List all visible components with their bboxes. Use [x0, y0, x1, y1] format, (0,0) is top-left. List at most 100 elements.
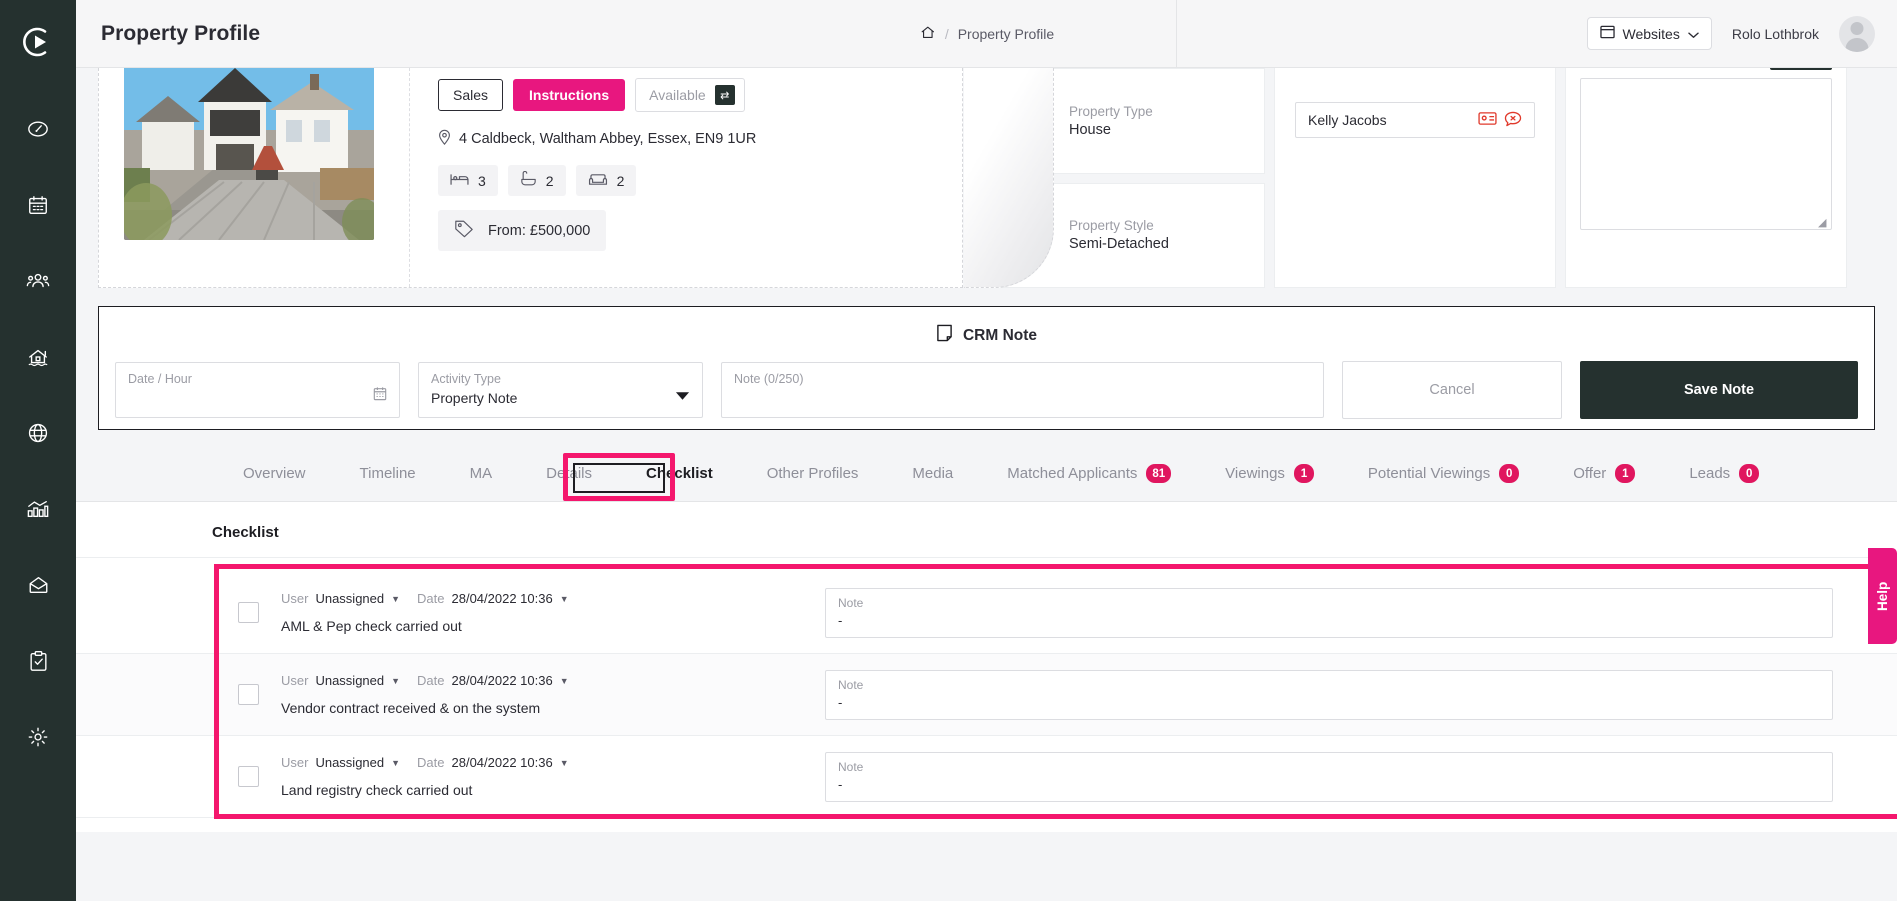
tab-ma[interactable]: MA	[443, 446, 520, 502]
tab-checklist[interactable]: Checklist	[619, 446, 740, 502]
diary-action-button[interactable]	[1770, 68, 1832, 70]
chevron-down-icon[interactable]: ▼	[560, 594, 569, 604]
chevron-down-icon[interactable]: ▼	[560, 758, 569, 768]
calendar-icon[interactable]	[373, 386, 387, 406]
available-label: Available	[649, 87, 706, 103]
checklist-checkbox[interactable]	[238, 766, 259, 787]
address-card-icon[interactable]	[1478, 111, 1497, 129]
sidebar-item-tasks[interactable]	[15, 638, 61, 684]
crm-note-panel: CRM Note Date / Hour Activity Type Prope…	[98, 306, 1875, 430]
bed-icon	[450, 172, 469, 190]
diary-note-textarea[interactable]: ◢	[1580, 78, 1832, 230]
tab-bar-wrapper: Overview Timeline MA Details Checklist O…	[76, 446, 1897, 502]
property-style-label: Property Style	[1069, 218, 1154, 234]
tab-viewings[interactable]: Viewings 1	[1198, 446, 1341, 502]
tab-timeline[interactable]: Timeline	[333, 446, 443, 502]
tab-label: Media	[912, 465, 954, 482]
property-style-value: Semi-Detached	[1069, 236, 1169, 253]
tab-media[interactable]: Media	[885, 446, 980, 502]
user-key: User	[281, 673, 309, 688]
chevron-down-icon[interactable]: ▼	[391, 758, 400, 768]
checklist-note-field[interactable]: Note -	[825, 669, 1833, 720]
save-note-button[interactable]: Save Note	[1580, 361, 1858, 419]
checklist-checkbox[interactable]	[238, 684, 259, 705]
date-hour-field[interactable]: Date / Hour	[115, 362, 400, 418]
tab-label: Leads	[1689, 465, 1731, 482]
breadcrumb-separator: /	[944, 25, 949, 42]
date-value[interactable]: 28/04/2022 10:36	[452, 673, 553, 688]
checklist-row-details: User Unassigned ▼ Date 28/04/2022 10:36 …	[281, 673, 801, 716]
tab-badge: 0	[1739, 464, 1760, 483]
resize-handle-icon[interactable]: ◢	[1818, 216, 1828, 229]
checklist-row-details: User Unassigned ▼ Date 28/04/2022 10:36 …	[281, 755, 801, 798]
tab-label: Other Profiles	[766, 465, 859, 482]
activity-type-select[interactable]: Activity Type Property Note	[418, 362, 703, 418]
tab-offer[interactable]: Offer 1	[1546, 446, 1662, 502]
crm-note-input[interactable]: Note (0/250)	[721, 362, 1324, 418]
checklist-section: Checklist User Unassigned ▼ Date 28/04/2…	[76, 502, 1897, 832]
user-value[interactable]: Unassigned	[315, 755, 384, 770]
home-icon[interactable]	[919, 24, 936, 44]
table-row: User Unassigned ▼ Date 28/04/2022 10:36 …	[76, 654, 1897, 736]
sidebar	[0, 0, 76, 901]
user-value[interactable]: Unassigned	[315, 673, 384, 688]
checklist-note-field[interactable]: Note -	[825, 751, 1833, 802]
swap-arrows-icon[interactable]: ⇄	[714, 85, 735, 105]
checklist-checkbox[interactable]	[238, 602, 259, 623]
status-row: Sales Instructions Available ⇄	[438, 78, 962, 112]
date-value[interactable]: 28/04/2022 10:36	[452, 755, 553, 770]
sidebar-item-dashboard[interactable]	[15, 106, 61, 152]
vendor-chip[interactable]: Kelly Jacobs	[1295, 102, 1535, 138]
page-title: Property Profile	[101, 21, 261, 45]
user-value[interactable]: Unassigned	[315, 591, 384, 606]
sidebar-item-web[interactable]	[15, 410, 61, 456]
instructions-button[interactable]: Instructions	[513, 79, 626, 111]
tab-leads[interactable]: Leads 0	[1662, 446, 1786, 502]
checklist-note-field[interactable]: Note -	[825, 587, 1833, 638]
breadcrumb-current[interactable]: Property Profile	[958, 26, 1054, 42]
header-divider	[1176, 0, 1177, 68]
tab-other-profiles[interactable]: Other Profiles	[740, 446, 886, 502]
sidebar-item-reports[interactable]	[15, 486, 61, 532]
tab-matched-applicants[interactable]: Matched Applicants 81	[980, 446, 1198, 502]
tab-badge: 0	[1499, 464, 1520, 483]
sidebar-item-messages[interactable]	[15, 562, 61, 608]
diary-note-column: ◢	[1565, 68, 1847, 288]
sidebar-item-contacts[interactable]	[15, 258, 61, 304]
address-text: 4 Caldbeck, Waltham Abbey, Essex, EN9 1U…	[459, 131, 757, 147]
bathrooms-value: 2	[545, 172, 554, 189]
caret-down-icon[interactable]	[675, 388, 690, 406]
user-key: User	[281, 755, 309, 770]
user-name[interactable]: Rolo Lothbrok	[1732, 26, 1819, 42]
available-button[interactable]: Available ⇄	[635, 78, 745, 112]
price-chip: From: £500,000	[438, 210, 607, 251]
property-photo[interactable]	[124, 68, 374, 240]
table-row: User Unassigned ▼ Date 28/04/2022 10:36 …	[76, 572, 1897, 654]
cancel-button[interactable]: Cancel	[1342, 361, 1562, 419]
breadcrumb: / Property Profile	[919, 24, 1054, 44]
tab-details[interactable]: Details	[519, 446, 619, 502]
chevron-down-icon[interactable]: ▼	[560, 676, 569, 686]
date-key: Date	[417, 755, 445, 770]
sidebar-item-calendar[interactable]	[15, 182, 61, 228]
window-icon	[1599, 25, 1615, 42]
panel-fold-decoration	[964, 68, 1054, 288]
tab-potential-viewings[interactable]: Potential Viewings 0	[1341, 446, 1546, 502]
chevron-down-icon[interactable]: ▼	[391, 594, 400, 604]
chevron-down-icon[interactable]: ▼	[391, 676, 400, 686]
comment-x-icon[interactable]	[1504, 111, 1522, 130]
app-logo-icon[interactable]	[18, 22, 58, 62]
sales-button[interactable]: Sales	[438, 79, 504, 111]
tab-overview[interactable]: Overview	[216, 446, 333, 502]
avatar[interactable]	[1839, 15, 1875, 52]
tab-badge: 1	[1615, 464, 1636, 483]
sidebar-item-properties[interactable]	[15, 334, 61, 380]
date-value[interactable]: 28/04/2022 10:36	[452, 591, 553, 606]
note-page-icon	[936, 324, 953, 347]
tab-label: Details	[546, 465, 593, 482]
help-tab-button[interactable]: Help	[1868, 548, 1897, 644]
sidebar-item-settings[interactable]	[15, 714, 61, 760]
map-pin-icon	[438, 129, 451, 149]
crm-note-input-label: Note (0/250)	[734, 372, 804, 386]
websites-dropdown[interactable]: Websites	[1586, 17, 1712, 50]
